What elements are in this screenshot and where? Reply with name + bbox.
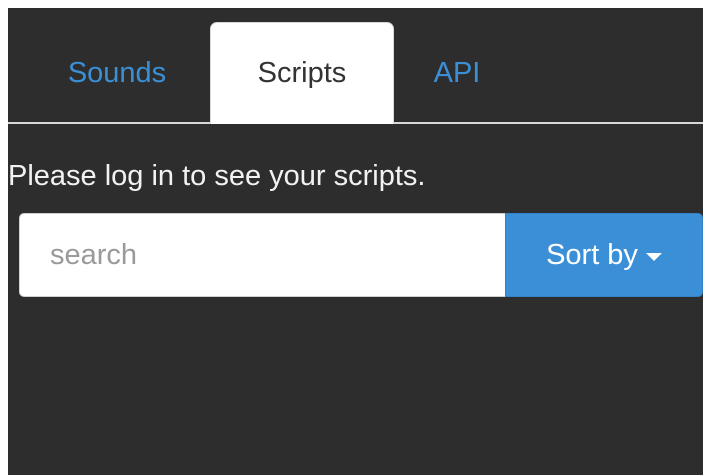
tab-api[interactable]: API (402, 22, 512, 124)
search-bar: Sort by (19, 213, 703, 297)
sort-by-label: Sort by (546, 238, 638, 271)
caret-down-icon (645, 253, 662, 261)
login-message: Please log in to see your scripts. (8, 160, 426, 192)
sort-by-button[interactable]: Sort by (505, 213, 703, 297)
scripts-panel: Sounds Scripts API Please log in to see … (8, 8, 703, 475)
tab-scripts[interactable]: Scripts (210, 22, 394, 124)
search-input[interactable] (19, 213, 505, 297)
tab-sounds[interactable]: Sounds (28, 22, 206, 124)
tab-bar: Sounds Scripts API (8, 8, 703, 124)
